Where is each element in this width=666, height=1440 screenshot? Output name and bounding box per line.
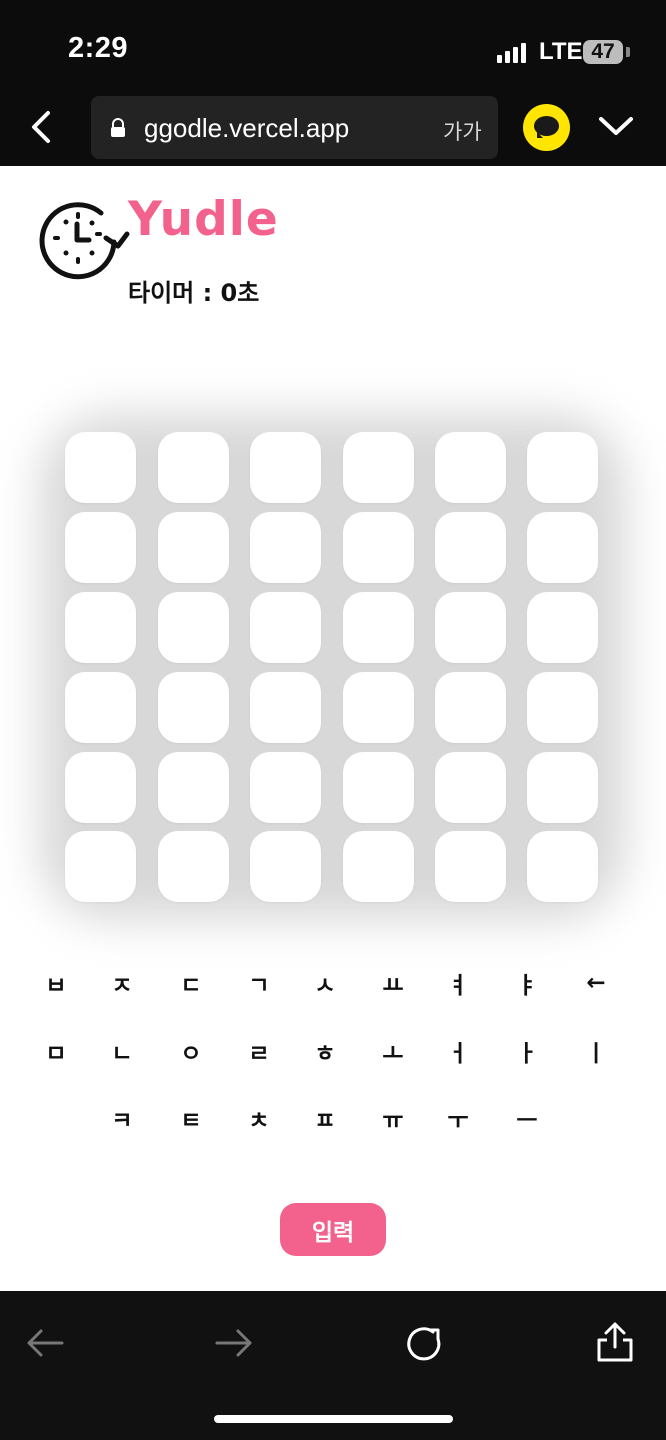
board-tile (250, 512, 321, 583)
board-tile (342, 752, 414, 823)
keyboard-key[interactable]: ㅂ (35, 962, 77, 1004)
board-tile (435, 512, 506, 583)
chat-button[interactable] (523, 104, 570, 151)
board-tile (342, 672, 414, 743)
keyboard-key[interactable]: ㅈ (101, 962, 143, 1004)
status-bar: 2:29 LTE 47 (0, 0, 666, 88)
home-indicator (214, 1415, 453, 1423)
board-tile (157, 831, 229, 902)
address-bar[interactable]: ggodle.vercel.app 가가 (91, 96, 498, 159)
keyboard-key[interactable]: ㅎ (304, 1030, 346, 1072)
keyboard-key[interactable]: ㄱ (238, 962, 280, 1004)
board-tile (342, 592, 414, 663)
keyboard-key[interactable]: ㄷ (170, 962, 212, 1004)
board-tile (435, 752, 506, 823)
keyboard-key[interactable]: ㅑ (506, 962, 548, 1004)
keyboard-key[interactable]: ㅠ (372, 1097, 414, 1139)
keyboard-key[interactable]: ㅅ (304, 962, 346, 1004)
share-icon[interactable] (589, 1317, 641, 1369)
board-tile (527, 432, 598, 503)
lock-icon (111, 118, 125, 137)
keyboard-key[interactable]: ㅡ (506, 1097, 548, 1139)
board-tile (250, 752, 321, 823)
back-icon[interactable] (26, 110, 58, 144)
keyboard-key[interactable]: ㄹ (238, 1030, 280, 1072)
board-tile (157, 752, 229, 823)
signal-strength-icon (497, 43, 526, 63)
keyboard-key[interactable]: ㅗ (372, 1030, 414, 1072)
board-tile (157, 592, 229, 663)
board-tile (157, 432, 229, 503)
keyboard-key[interactable]: ㅏ (506, 1030, 548, 1072)
keyboard-key[interactable]: ㅓ (437, 1030, 479, 1072)
board-tile (65, 672, 136, 743)
keyboard-key[interactable]: ㅍ (304, 1097, 346, 1139)
battery-cap (626, 47, 630, 57)
board-tile (65, 592, 136, 663)
board-tile (527, 592, 598, 663)
board-tile (342, 432, 414, 503)
network-label: LTE (539, 38, 583, 65)
board-tile (65, 752, 136, 823)
url-text[interactable]: ggodle.vercel.app (144, 113, 349, 144)
timer-text: 타이머 : 0초 (128, 279, 260, 307)
chevron-down-icon[interactable] (598, 114, 634, 138)
keyboard-key[interactable]: ㅌ (170, 1097, 212, 1139)
board-tile (435, 831, 506, 902)
browser-toolbar: ggodle.vercel.app 가가 (0, 88, 666, 166)
back-arrow-icon[interactable] (19, 1317, 71, 1369)
status-time: 2:29 (68, 32, 129, 64)
board-tile (527, 831, 598, 902)
browser-bottom-toolbar (0, 1291, 666, 1440)
reload-icon[interactable] (399, 1317, 451, 1369)
keyboard-key[interactable]: ㅁ (35, 1030, 77, 1072)
board-tile (250, 432, 321, 503)
game-board (65, 432, 598, 902)
text-size-button[interactable]: 가가 (443, 116, 482, 146)
submit-button[interactable]: 입력 (280, 1203, 386, 1256)
keyboard-key[interactable]: ㄴ (101, 1030, 143, 1072)
backspace-key[interactable]: ← (575, 962, 617, 1004)
board-tile (250, 831, 321, 902)
board-tile (65, 831, 136, 902)
keyboard-key[interactable]: ㅇ (170, 1030, 212, 1072)
board-tile (342, 831, 414, 902)
app-title: Yudle (128, 192, 279, 247)
board-tile (250, 592, 321, 663)
board-tile (157, 512, 229, 583)
board-tile (342, 512, 414, 583)
clock-logo-icon (39, 202, 130, 280)
chat-bubble-icon (534, 116, 559, 138)
board-tile (157, 672, 229, 743)
board-tile (435, 672, 506, 743)
board-tile (65, 512, 136, 583)
keyboard-key[interactable]: ㅛ (372, 962, 414, 1004)
keyboard-key[interactable]: ㅋ (101, 1097, 143, 1139)
forward-arrow-icon[interactable] (208, 1317, 260, 1369)
board-tile (527, 672, 598, 743)
board-tile (527, 752, 598, 823)
board-tile (250, 672, 321, 743)
keyboard-key[interactable]: ㅜ (437, 1097, 479, 1139)
board-tile (527, 512, 598, 583)
board-tile (435, 432, 506, 503)
keyboard-key[interactable]: ㅕ (437, 962, 479, 1004)
keyboard-key[interactable]: ㅊ (238, 1097, 280, 1139)
battery-level: 47 (583, 40, 623, 64)
keyboard-key[interactable]: ㅣ (575, 1030, 617, 1072)
board-tile (65, 432, 136, 503)
board-tile (435, 592, 506, 663)
